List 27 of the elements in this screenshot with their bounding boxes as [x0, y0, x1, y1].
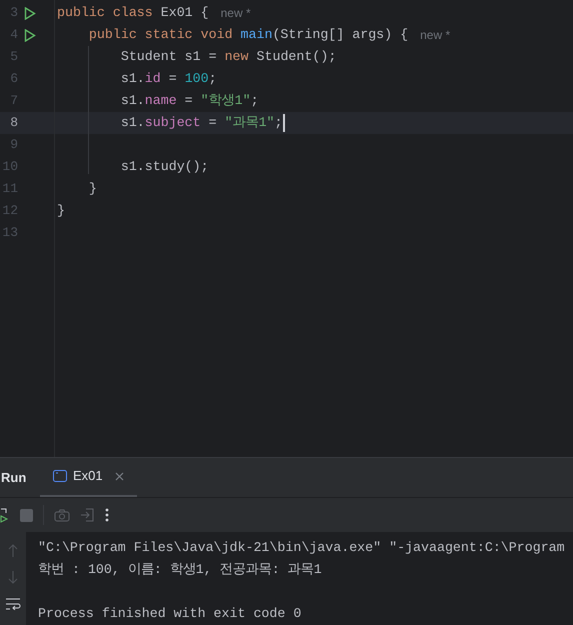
code-line: s1.name = "학생1";: [120, 92, 259, 110]
console-icon: [53, 470, 67, 482]
text-caret: [282, 114, 285, 132]
code-line: }: [88, 180, 97, 198]
stop-icon[interactable]: [20, 508, 33, 522]
console-line: "C:\Program Files\Java\jdk-21\bin\java.exe" "-javaagent:C:\Program: [38, 539, 565, 557]
run-icon[interactable]: [24, 6, 36, 20]
console-line: 학번 : 100, 이름: 학생1, 전공과목: 과목1: [38, 561, 323, 579]
code-line: public static void main(String[] args) {: [88, 26, 408, 44]
code-line: s1.study();: [120, 158, 209, 176]
camera-icon[interactable]: [54, 508, 70, 522]
line-number: 8: [9, 114, 18, 132]
code-line: Student s1 = new Student();: [120, 48, 336, 66]
code-line: s1.id = 100;: [120, 70, 217, 88]
panel-title: Run: [0, 468, 28, 487]
soft-wrap-icon[interactable]: [5, 598, 21, 610]
console-line: Process finished with exit code 0: [38, 605, 302, 623]
author-hint: new *: [420, 27, 450, 44]
author-hint: new *: [220, 5, 251, 22]
exit-icon[interactable]: [80, 508, 95, 522]
run-icon[interactable]: [24, 28, 36, 42]
close-icon[interactable]: [114, 472, 124, 481]
code-line: public class Ex01 {: [56, 4, 209, 22]
more-icon[interactable]: [105, 508, 109, 522]
code-line: }: [56, 202, 65, 220]
code-line: s1.subject = "과목1";: [120, 114, 283, 132]
rerun-icon[interactable]: [0, 507, 10, 524]
